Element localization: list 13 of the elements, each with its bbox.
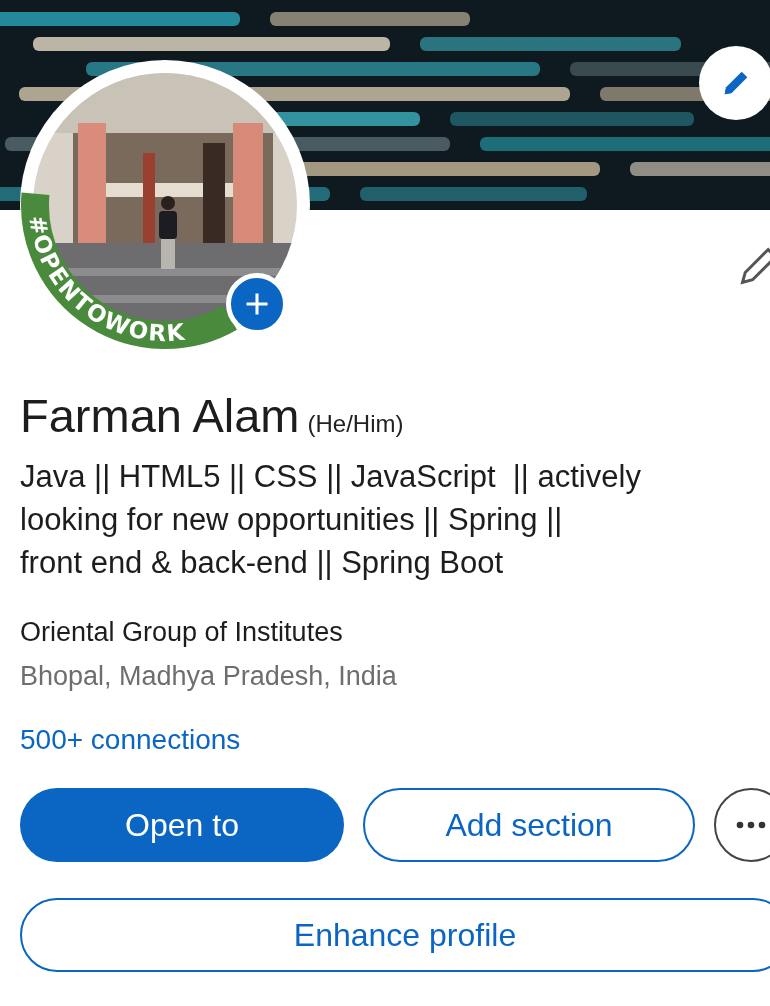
profile-name: Farman Alam [20,388,300,443]
more-button[interactable] [714,788,770,862]
open-to-button[interactable]: Open to [20,788,344,862]
enhance-profile-button[interactable]: Enhance profile [20,898,770,972]
headline-line: front end & back-end || Spring Boot [20,544,505,582]
headline-line: looking for new opportunities || Spring || [20,501,564,539]
headline-line: Java || HTML5 || CSS || JavaScript || actively [20,458,642,496]
organization: Oriental Group of Institutes [20,616,344,649]
pronouns: (He/Him) [307,410,404,438]
more-icon [736,821,766,829]
add-section-button[interactable]: Add section [363,788,695,862]
connections-link[interactable]: 500+ connections [20,722,241,758]
location: Bhopal, Madhya Pradesh, India [20,660,398,693]
